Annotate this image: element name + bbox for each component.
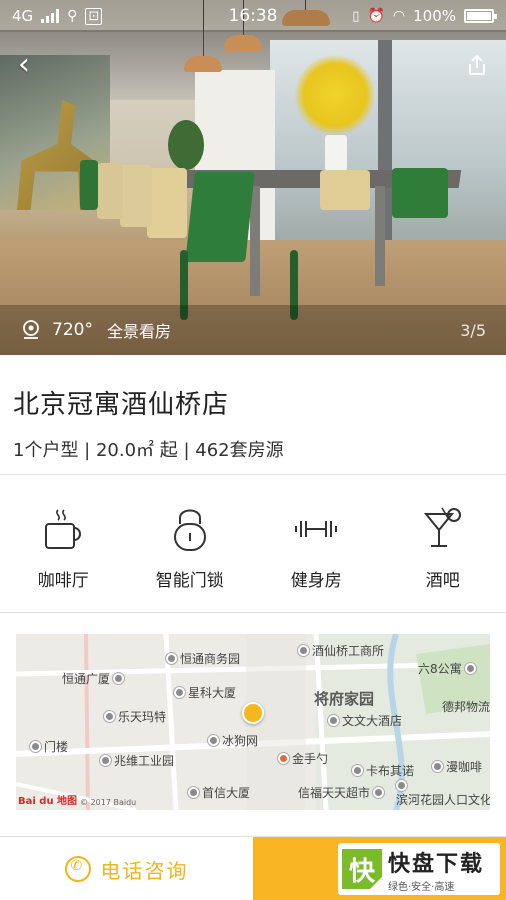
photo-chair	[147, 168, 187, 238]
battery-percent: 100%	[413, 7, 456, 25]
bottom-action-bar: 电话咨询 快 快盘下载 绿色·安全·高速	[0, 836, 506, 900]
map-area-label: 将府家园	[314, 690, 375, 708]
photo-plant	[168, 120, 204, 170]
photo-lamp	[224, 35, 262, 51]
divider	[0, 612, 506, 613]
map-poi[interactable]: 漫咖啡	[432, 758, 482, 775]
amenities-row: 咖啡厅 智能门锁 健身房 酒吧	[0, 476, 506, 612]
map-poi[interactable]: 滨河花园人口文化广场	[396, 780, 490, 807]
map-poi[interactable]: 文文大酒店	[328, 712, 402, 729]
photo-chair	[392, 168, 448, 218]
watermark-logo: 快 快盘下载 绿色·安全·高速	[338, 843, 500, 895]
divider	[0, 474, 506, 475]
panorama-label: 全景看房	[106, 322, 171, 341]
call-consult-label: 电话咨询	[100, 858, 189, 883]
panorama-camera-icon	[23, 320, 39, 339]
alarm-icon: ⏰	[367, 8, 385, 24]
photo-pager: 3/5	[460, 320, 486, 340]
amenity-label: 健身房	[290, 571, 342, 591]
photo-chair	[80, 160, 98, 210]
primary-action-button[interactable]: 快 快盘下载 绿色·安全·高速	[253, 837, 506, 900]
amenity-coffee[interactable]: 咖啡厅	[0, 476, 127, 612]
signal-icon	[41, 9, 60, 23]
map-poi[interactable]: 酒仙桥工商所	[298, 642, 384, 659]
watermark-logo-mark: 快	[342, 849, 382, 889]
photo-vase	[325, 135, 347, 171]
map-poi[interactable]: 信福天天超市	[298, 784, 385, 801]
photo-table-leg	[375, 186, 385, 286]
cocktail-icon	[423, 507, 461, 547]
map-poi[interactable]: 冰狗网	[208, 732, 258, 749]
amenity-label: 咖啡厅	[37, 571, 89, 591]
amenity-bar[interactable]: 酒吧	[380, 476, 506, 612]
phone-icon	[64, 856, 91, 882]
map-poi[interactable]: 兆维工业园	[100, 752, 174, 769]
amenity-label: 酒吧	[425, 571, 460, 591]
panorama-bar[interactable]: 720° 全景看房 3/5	[0, 305, 506, 355]
photo-chair	[185, 172, 255, 262]
usb-icon: ⚲	[67, 8, 78, 24]
map-poi[interactable]: 门楼	[30, 738, 68, 755]
location-map[interactable]: 恒通商务园 酒仙桥工商所 六8公寓 恒通广厦 星科大厦 将府家园 乐天玛特 文文…	[16, 634, 490, 810]
location-pin-icon[interactable]	[242, 702, 264, 724]
map-poi[interactable]: 金手勺	[278, 750, 328, 767]
coffee-cup-icon	[45, 509, 82, 549]
status-bar: 4G ⚲ ⊡ 16:38 ▯ ⏰ ◠ 100%	[0, 0, 506, 32]
watermark-sub: 绿色·安全·高速	[388, 881, 455, 893]
map-poi[interactable]: 六8公寓	[418, 660, 476, 677]
wifi-icon: ◠	[392, 8, 406, 24]
amenity-gym[interactable]: 健身房	[253, 476, 380, 612]
notification-icon: ⊡	[85, 7, 103, 25]
dumbbell-icon	[295, 521, 338, 537]
padlock-icon	[173, 509, 206, 551]
vibrate-icon: ▯	[352, 8, 360, 24]
map-poi[interactable]: 乐天玛特	[104, 708, 166, 725]
share-icon[interactable]	[466, 54, 488, 76]
map-poi[interactable]: 卡布其诺	[352, 762, 414, 779]
listing-subtitle: 1个户型 | 20.0㎡ 起 | 462套房源	[13, 440, 284, 461]
call-consult-button[interactable]: 电话咨询	[0, 837, 253, 900]
map-poi[interactable]: 首信大厦	[188, 784, 250, 801]
map-poi[interactable]: 恒通广厦	[62, 670, 125, 687]
photo-lamp	[184, 56, 222, 72]
apartment-detail-page: 4G ⚲ ⊡ 16:38 ▯ ⏰ ◠ 100% ‹ 720° 全景看房 3/5 …	[0, 0, 506, 900]
amenity-label: 智能门锁	[155, 571, 224, 591]
map-poi[interactable]: 恒通商务园	[166, 650, 240, 667]
battery-icon	[464, 9, 497, 23]
map-poi[interactable]: 星科大厦	[174, 684, 236, 701]
listing-title: 北京冠寓酒仙桥店	[13, 390, 230, 420]
panorama-degree: 720°	[52, 320, 93, 340]
photo-flowers	[295, 55, 375, 135]
baidu-map-logo: Bai du 地图 © 2017 Baidu	[18, 796, 137, 807]
map-poi[interactable]: 德邦物流	[442, 698, 490, 715]
watermark-main: 快盘下载	[388, 851, 485, 877]
amenity-smart-lock[interactable]: 智能门锁	[127, 476, 254, 612]
photo-chair	[97, 163, 123, 219]
photo-chair	[120, 165, 152, 227]
back-arrow-icon[interactable]: ‹	[18, 50, 30, 80]
hero-photo[interactable]	[0, 0, 506, 355]
photo-chair	[320, 170, 370, 210]
network-type: 4G	[12, 7, 34, 25]
